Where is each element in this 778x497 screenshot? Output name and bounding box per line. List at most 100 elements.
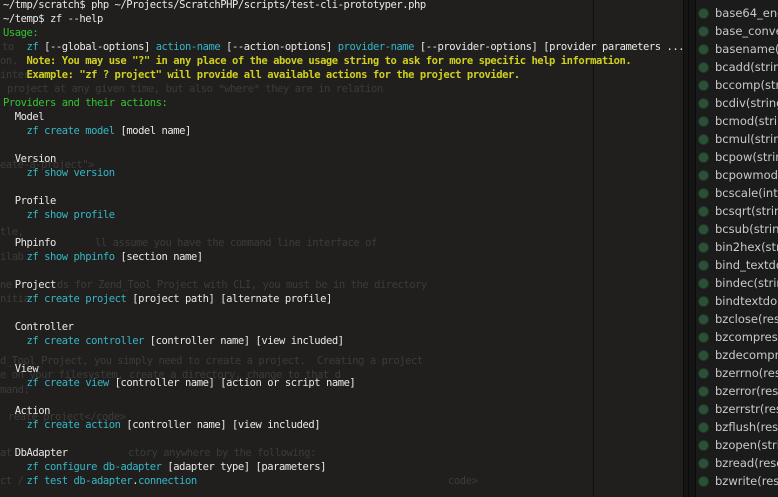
function-icon: [698, 62, 709, 73]
function-list-item[interactable]: bzdecompre: [696, 346, 778, 364]
function-icon: [698, 476, 709, 487]
function-name: bcpow(strin: [715, 150, 778, 164]
function-name: bcmod(strin: [715, 114, 778, 128]
function-icon: [698, 440, 709, 451]
function-name: bcsqrt(strin: [715, 204, 778, 218]
function-icon: [698, 404, 709, 415]
function-list-item[interactable]: bzflush(reso: [696, 418, 778, 436]
panel-divider: [683, 0, 696, 497]
function-name: bcmul(string: [715, 132, 778, 146]
function-icon: [698, 296, 709, 307]
terminal-line: Project: [3, 278, 697, 292]
function-icon: [698, 44, 709, 55]
function-list-item[interactable]: bcpow(strin: [696, 148, 778, 166]
function-name: base64_enco: [715, 6, 778, 20]
function-icon: [698, 26, 709, 37]
function-name: bzerrno(reso: [715, 366, 778, 380]
function-list-item[interactable]: base_conver: [696, 22, 778, 40]
terminal-line: zf show profile: [3, 208, 697, 222]
function-list-item[interactable]: bzopen(strin: [696, 436, 778, 454]
function-name: bindec(strin: [715, 276, 778, 290]
terminal-line: [3, 180, 697, 194]
function-name: bzcompress(: [715, 330, 778, 344]
function-list-item[interactable]: bcadd(string: [696, 58, 778, 76]
function-icon: [698, 224, 709, 235]
function-name: bzclose(reso: [715, 312, 778, 326]
terminal-line: Profile: [3, 194, 697, 208]
function-name: bzflush(reso: [715, 420, 778, 434]
function-list-item[interactable]: bcsub(string: [696, 220, 778, 238]
function-icon: [698, 386, 709, 397]
function-list-panel[interactable]: base64_enco base_conver basename(st bcadd(s…: [696, 0, 778, 497]
function-list-item[interactable]: bzerror(reso: [696, 382, 778, 400]
function-icon: [698, 422, 709, 433]
terminal-line: zf create project [project path] [altern…: [3, 292, 697, 306]
terminal-line: [3, 264, 697, 278]
function-icon: [698, 116, 709, 127]
terminal-line: zf show phpinfo [section name]: [3, 250, 697, 264]
terminal-line: [3, 306, 697, 320]
function-name: bcdiv(string: [715, 96, 778, 110]
function-list-item[interactable]: bcmul(string: [696, 130, 778, 148]
terminal-line: View: [3, 362, 697, 376]
terminal-line: Action: [3, 404, 697, 418]
function-icon: [698, 332, 709, 343]
function-list-item[interactable]: bind_textdo: [696, 256, 778, 274]
function-list-item[interactable]: bcscale(int $: [696, 184, 778, 202]
function-name: base_conver: [715, 24, 778, 38]
function-name: bzerror(reso: [715, 384, 778, 398]
function-list-item[interactable]: base64_enco: [696, 4, 778, 22]
terminal-line: zf create model [model name]: [3, 124, 697, 138]
terminal-line: [3, 432, 697, 446]
function-name: basename(st: [715, 42, 778, 56]
terminal-line: zf configure db-adapter [adapter type] […: [3, 460, 697, 474]
function-name: bin2hex(stri: [715, 240, 778, 254]
function-list-item[interactable]: bzcompress(: [696, 328, 778, 346]
function-list-item[interactable]: bcdiv(string: [696, 94, 778, 112]
function-list-item[interactable]: bzwrite(reso: [696, 472, 778, 490]
function-icon: [698, 314, 709, 325]
desktop-screen: toon.interproject at any given time, but…: [0, 0, 778, 497]
terminal-line: Providers and their actions:: [3, 96, 697, 110]
function-list-item[interactable]: bzerrno(reso: [696, 364, 778, 382]
function-list-item[interactable]: bccomp(stri: [696, 76, 778, 94]
terminal-line: zf [--global-options] action-name [--act…: [3, 40, 697, 54]
function-icon: [698, 350, 709, 361]
function-name: bzread(reso: [715, 456, 778, 470]
function-list-item[interactable]: bzread(reso: [696, 454, 778, 472]
terminal-line: Version: [3, 152, 697, 166]
function-list-item[interactable]: bindtextdom: [696, 292, 778, 310]
function-name: bcadd(string: [715, 60, 778, 74]
terminal-output: ~/tmp/scratch$ php ~/Projects/ScratchPHP…: [3, 0, 697, 488]
function-list-item[interactable]: basename(st: [696, 40, 778, 58]
terminal-line: [3, 222, 697, 236]
terminal-line: Example: "zf ? project" will provide all…: [3, 68, 697, 82]
terminal-line: zf create action [controller name] [view…: [3, 418, 697, 432]
terminal-line: [3, 82, 697, 96]
function-list-item[interactable]: bcsqrt(strin: [696, 202, 778, 220]
terminal-line: Note: You may use "?" in any place of th…: [3, 54, 697, 68]
terminal-line: [3, 348, 697, 362]
terminal-line: zf create view [controller name] [action…: [3, 376, 697, 390]
terminal-line: zf test db-adapter.connection: [3, 474, 697, 488]
function-list-item[interactable]: bzerrstr(res: [696, 400, 778, 418]
function-icon: [698, 98, 709, 109]
function-icon: [698, 260, 709, 271]
terminal-line: Model: [3, 110, 697, 124]
function-list-item[interactable]: bin2hex(stri: [696, 238, 778, 256]
function-name: bindtextdom: [715, 294, 778, 308]
function-name: bccomp(stri: [715, 78, 778, 92]
function-name: bzwrite(reso: [715, 474, 778, 488]
terminal-line: zf create controller [controller name] […: [3, 334, 697, 348]
function-list-item[interactable]: bcmod(strin: [696, 112, 778, 130]
terminal-line: Usage:: [3, 26, 697, 40]
function-list-item[interactable]: bindec(strin: [696, 274, 778, 292]
function-name: bcscale(int $: [715, 186, 778, 200]
function-name: bzerrstr(res: [715, 402, 778, 416]
terminal-line: zf show version: [3, 166, 697, 180]
function-list-item[interactable]: bzclose(reso: [696, 310, 778, 328]
function-icon: [698, 80, 709, 91]
terminal-line: ~/temp$ zf --help: [3, 12, 697, 26]
terminal-line: DbAdapter: [3, 446, 697, 460]
function-list-item[interactable]: bcpowmod(s: [696, 166, 778, 184]
